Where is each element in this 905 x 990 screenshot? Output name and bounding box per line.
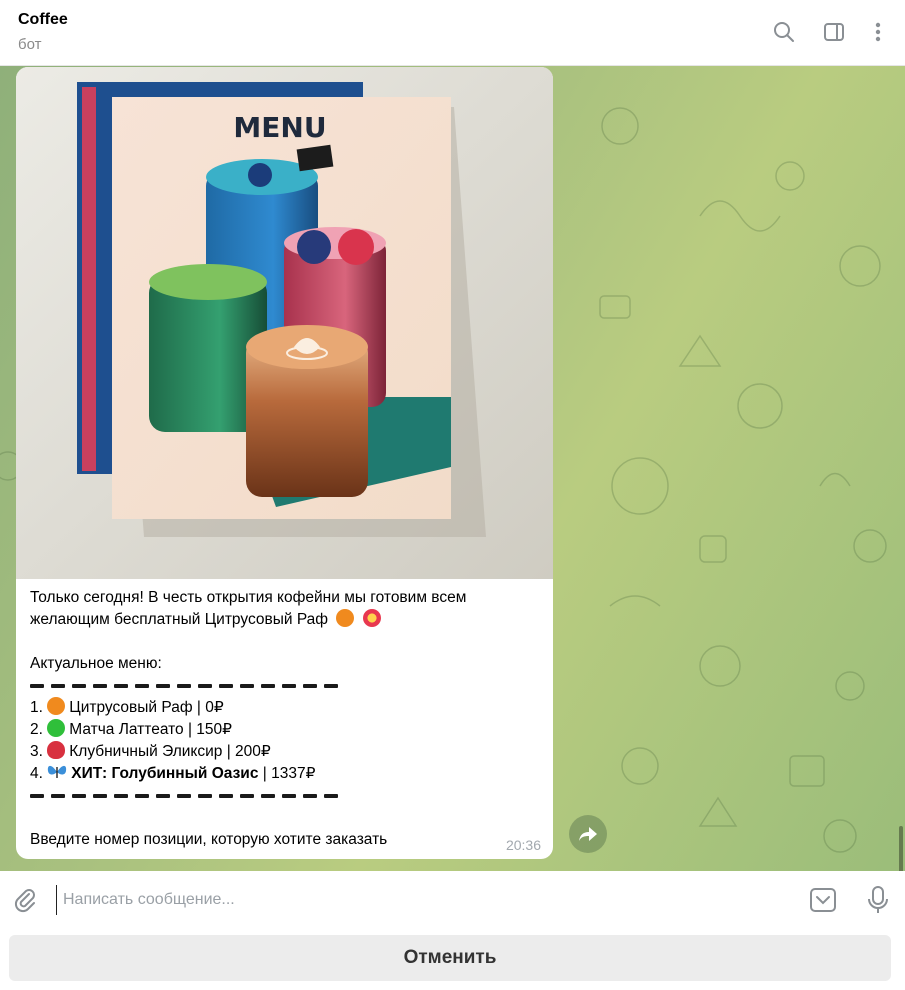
bot-keyboard: Отменить [0, 929, 905, 990]
menu-item: 2. Матча Латтеато | 150₽ [30, 719, 540, 741]
more-vertical-icon[interactable] [864, 18, 892, 46]
scrollbar[interactable] [899, 826, 903, 871]
menu-image[interactable]: MENU [16, 67, 553, 579]
sidebar-toggle-icon[interactable] [820, 18, 848, 46]
chat-header: Coffee бот [0, 0, 905, 66]
intro-line-2: желающим бесплатный Цитрусовый Раф [30, 609, 540, 631]
menu-title-text: MENU [233, 111, 326, 144]
collision-emoji-icon [362, 609, 381, 627]
orange-emoji-icon [336, 609, 355, 627]
message-bubble[interactable]: MENU Только сегодня! В честь открытия ко… [16, 67, 553, 859]
orange-emoji-icon [47, 697, 66, 715]
menu-header: Актуальное меню: [30, 655, 162, 672]
strawberry-emoji-icon [47, 741, 66, 759]
menu-item-price: | 0₽ [196, 699, 224, 716]
menu-item-num: 2. [30, 721, 43, 738]
composer [0, 871, 905, 929]
menu-item-price: | 150₽ [187, 721, 233, 738]
message-input[interactable] [56, 885, 796, 915]
intro-line-2-text: желающим бесплатный Цитрусовый Раф [30, 611, 329, 628]
forward-button[interactable] [569, 815, 607, 853]
chat-subtitle: бот [18, 36, 42, 53]
menu-item: 1. Цитрусовый Раф | 0₽ [30, 697, 540, 719]
menu-item-price: | 200₽ [226, 743, 271, 760]
prompt-line: Введите номер позиции, которую хотите за… [30, 831, 388, 848]
menu-item-num: 3. [30, 743, 43, 760]
menu-item-name: ХИТ: Голубинный Оазис [71, 765, 259, 782]
menu-item-name: Клубничный Эликсир [69, 743, 223, 760]
menu-item-price: | 1337₽ [262, 765, 316, 782]
menu-item-name: Матча Латтеато [69, 721, 184, 738]
chat-title[interactable]: Coffee [18, 11, 68, 29]
bot-keyboard-toggle-icon[interactable] [808, 886, 838, 914]
forward-icon [579, 827, 597, 841]
message-text: Только сегодня! В честь открытия кофейни… [30, 587, 540, 851]
menu-item-num: 1. [30, 699, 43, 716]
message-time: 20:36 [505, 837, 541, 853]
menu-item: 3. Клубничный Эликсир | 200₽ [30, 741, 540, 763]
search-icon[interactable] [770, 18, 798, 46]
intro-line-1: Только сегодня! В честь открытия кофейни… [30, 589, 467, 606]
menu-item-name: Цитрусовый Раф [69, 699, 193, 716]
attach-icon[interactable] [10, 885, 40, 915]
cancel-button[interactable]: Отменить [9, 935, 891, 981]
separator-bottom [30, 785, 540, 807]
chat-area[interactable]: MENU Только сегодня! В честь открытия ко… [0, 66, 905, 871]
separator-top [30, 675, 540, 697]
butterfly-emoji-icon [48, 765, 67, 778]
menu-item: 4. ХИТ: Голубинный Оазис | 1337₽ [30, 763, 540, 785]
green-circle-emoji-icon [47, 719, 66, 737]
microphone-icon[interactable] [864, 884, 892, 916]
menu-item-num: 4. [30, 765, 43, 782]
